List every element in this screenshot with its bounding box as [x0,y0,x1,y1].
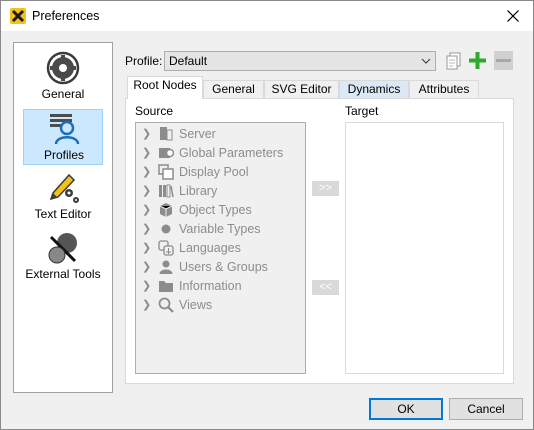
tree-item-label: Variable Types [179,222,261,236]
remove-profile-button[interactable] [493,50,514,71]
tab-general[interactable]: General [203,80,264,98]
profile-label: Profile: [125,54,163,68]
tree-item-languages[interactable]: ❯ Languages [142,239,302,257]
tree-item-display-pool[interactable]: ❯ Display Pool [142,163,302,181]
plus-icon [469,52,486,69]
category-list: General Profiles Text Editor External To… [13,42,113,393]
cube-icon [158,202,174,218]
expand-arrow-icon[interactable]: ❯ [142,125,152,143]
expand-arrow-icon[interactable]: ❯ [142,277,152,295]
target-label: Target [345,104,379,118]
tree-item-label: Global Parameters [179,146,284,160]
server-icon [158,126,174,142]
expand-arrow-icon[interactable]: ❯ [142,239,152,257]
pencil-gears-icon [45,171,81,205]
expand-arrow-icon[interactable]: ❯ [142,258,152,276]
close-icon [507,10,519,22]
tree-item-label: Views [179,298,213,312]
languages-icon [158,240,174,256]
folder-icon [158,278,174,294]
tree-item-label: Object Types [179,203,252,217]
expand-arrow-icon[interactable]: ❯ [142,144,152,162]
user-icon [158,259,174,275]
close-button[interactable] [493,1,533,31]
preferences-dialog: Preferences General Profiles Text Editor… [0,0,534,430]
source-tree[interactable]: ❯ Server ❯ Global Parameters ❯ Display P… [135,122,306,374]
expand-arrow-icon[interactable]: ❯ [142,201,152,219]
category-text-editor[interactable]: Text Editor [23,169,103,225]
chevron-down-icon [421,52,431,75]
target-list[interactable] [345,122,504,374]
copy-profile-button[interactable] [443,50,464,71]
profile-dropdown[interactable]: Default [164,51,436,71]
category-label: Profiles [43,148,84,162]
tab-svg-editor[interactable]: SVG Editor [264,80,339,98]
library-icon [158,183,174,199]
source-label: Source [135,104,174,118]
category-external-tools[interactable]: External Tools [23,229,103,285]
category-profiles[interactable]: Profiles [23,109,103,165]
display-pool-icon [158,164,174,180]
tree-item-server[interactable]: ❯ Server [142,125,302,143]
expand-arrow-icon[interactable]: ❯ [142,220,152,238]
category-label: External Tools [25,267,101,281]
add-to-target-button[interactable]: >> [312,181,339,196]
tab-dynamics[interactable]: Dynamics [339,80,409,98]
expand-arrow-icon[interactable]: ❯ [142,163,152,181]
cancel-button[interactable]: Cancel [449,398,523,420]
parameters-icon [158,145,175,161]
tree-item-information[interactable]: ❯ Information [142,277,302,295]
tree-item-object-types[interactable]: ❯ Object Types [142,201,302,219]
magnifier-icon [158,297,174,313]
remove-from-target-button[interactable]: << [312,280,339,295]
category-label: General [41,87,85,101]
tree-item-label: Users & Groups [179,260,268,274]
window-title: Preferences [32,9,100,23]
tree-item-label: Display Pool [179,165,249,179]
minus-icon [494,51,513,70]
copy-icon [446,52,461,70]
profiles-icon [46,112,82,146]
tree-item-label: Languages [179,241,241,255]
ok-button[interactable]: OK [369,398,443,420]
app-logo-icon [10,8,26,24]
tree-item-global-parameters[interactable]: ❯ Global Parameters [142,144,302,162]
tree-item-label: Library [179,184,218,198]
title-bar[interactable]: Preferences [1,1,533,31]
profile-value: Default [169,54,208,68]
category-general[interactable]: General [23,49,103,105]
external-tools-icon [45,231,81,265]
tree-item-views[interactable]: ❯ Views [142,296,302,314]
tree-item-label: Server [179,127,216,141]
add-profile-button[interactable] [467,50,488,71]
category-label: Text Editor [34,207,92,221]
tree-item-label: Information [179,279,242,293]
tab-root-nodes[interactable]: Root Nodes [127,76,203,99]
gear-icon [45,51,81,85]
tree-item-users-groups[interactable]: ❯ Users & Groups [142,258,302,276]
tab-attributes[interactable]: Attributes [409,80,479,98]
tree-item-variable-types[interactable]: ❯ Variable Types [142,220,302,238]
dot-icon [158,221,174,237]
tree-item-library[interactable]: ❯ Library [142,182,302,200]
expand-arrow-icon[interactable]: ❯ [142,182,152,200]
expand-arrow-icon[interactable]: ❯ [142,296,152,314]
